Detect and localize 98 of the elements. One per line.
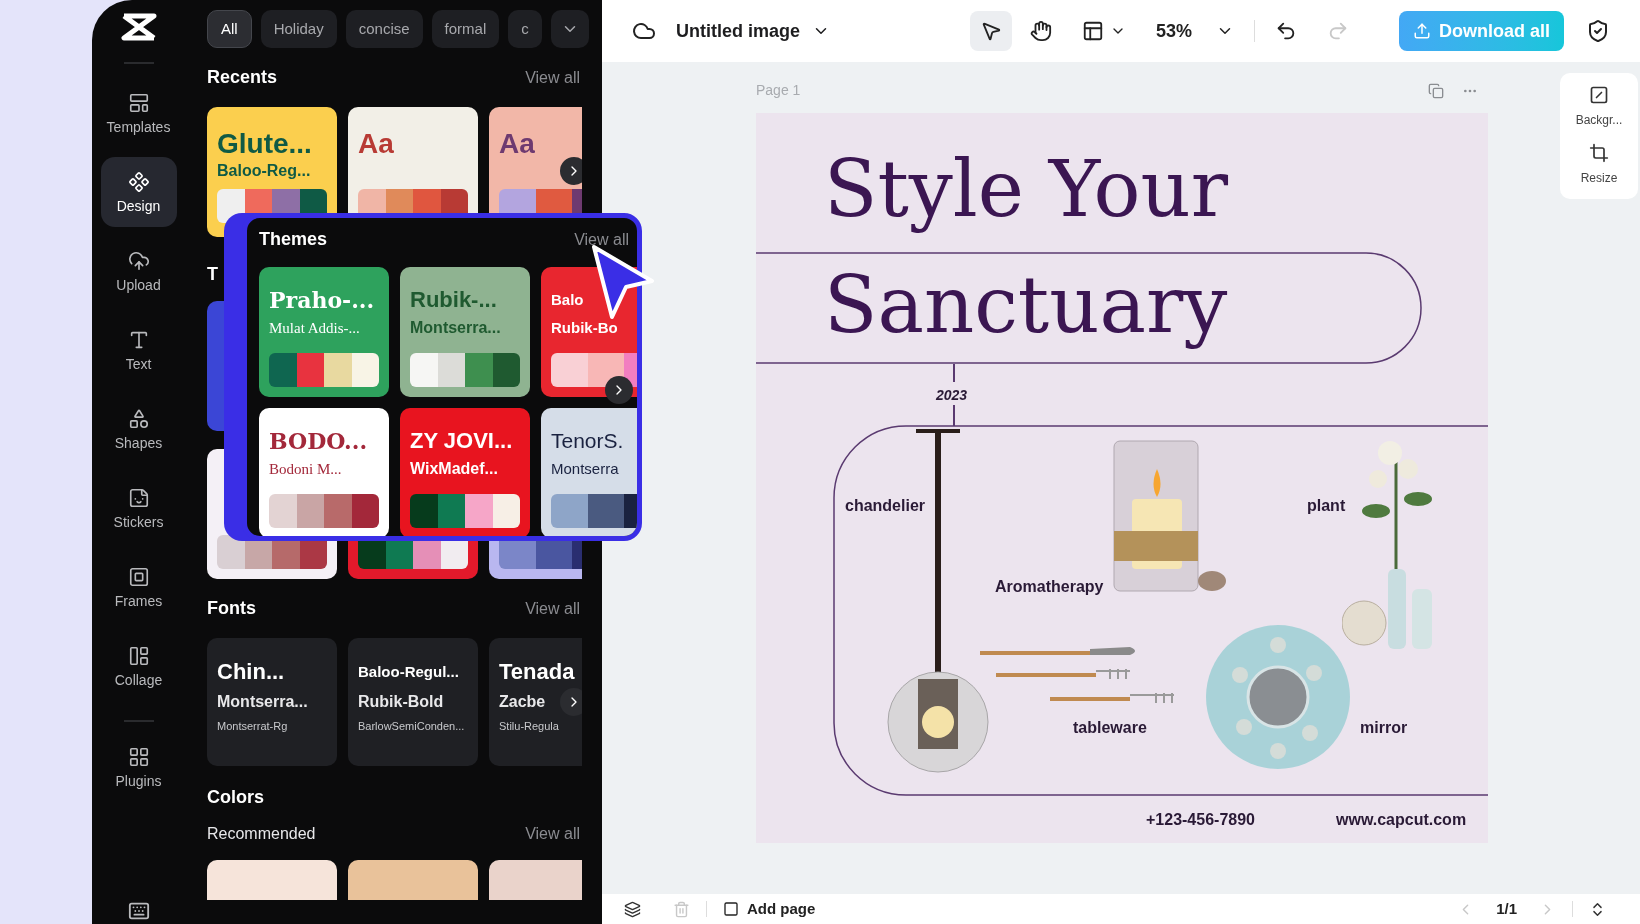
add-page-button[interactable]: Add page	[723, 897, 816, 921]
hand-icon	[1030, 20, 1052, 42]
keyboard-icon[interactable]	[127, 900, 150, 922]
theme-subheading: Mulat Addis-...	[269, 319, 360, 338]
font-body: Stilu-Regula	[499, 719, 559, 734]
color-swatch-card[interactable]	[489, 860, 582, 900]
sidebar-item-icon	[127, 408, 150, 430]
duplicate-page-icon[interactable]	[1428, 82, 1444, 99]
sidebar-item-icon	[127, 645, 150, 667]
theme-subheading: Montserra...	[410, 318, 501, 338]
theme-heading: ZY JOVI...	[410, 428, 513, 454]
item-label: plant	[1307, 496, 1346, 516]
sidebar-item[interactable]: Text	[100, 315, 177, 385]
sidebar-item[interactable]: Shapes	[100, 394, 177, 464]
style-heading: Glute...	[217, 129, 312, 159]
share-icon	[1413, 22, 1431, 40]
sidebar-item-icon	[127, 487, 150, 509]
shield-icon[interactable]	[1586, 19, 1610, 43]
page-count: 1/1	[1496, 898, 1517, 919]
theme-card[interactable]: TenorS. Montserra	[541, 408, 637, 536]
poster-title: Sanctuary	[824, 259, 1228, 351]
sidebar-item-icon	[127, 92, 150, 114]
filter-chip[interactable]: All	[207, 10, 252, 48]
filter-chip[interactable]: concise	[345, 10, 423, 48]
font-subheading: Zacbe	[499, 692, 546, 712]
font-heading: Baloo-Regul...	[358, 662, 459, 682]
layers-icon[interactable]	[624, 900, 641, 918]
sidebar-item[interactable]: Templates	[100, 78, 177, 148]
filter-chip[interactable]: c	[508, 10, 542, 48]
font-heading: Tenada	[499, 658, 575, 686]
document-title-dropdown[interactable]: Untitled image	[676, 17, 830, 45]
style-heading: Aa	[499, 129, 535, 159]
pointer-tool-button[interactable]	[970, 11, 1012, 51]
font-card[interactable]: Chin... Montserra... Montserrat-Rg	[207, 638, 337, 766]
theme-subheading: WixMadef...	[410, 459, 498, 479]
section-subtitle: Recommended	[207, 824, 316, 844]
color-swatch-card[interactable]	[207, 860, 337, 900]
layout-icon	[1082, 20, 1104, 42]
background-icon	[1589, 85, 1609, 105]
sidebar-item-icon	[127, 566, 150, 588]
view-all-link[interactable]: View all	[525, 596, 580, 621]
theme-card[interactable]: ZY JOVI... WixMadef...	[400, 408, 530, 536]
side-tool-button[interactable]: Backgr...	[1575, 85, 1623, 129]
page-label: Page 1	[756, 81, 801, 100]
style-heading: Aa	[358, 129, 394, 159]
theme-heading: Balo	[551, 290, 584, 310]
sidebar-item[interactable]: Plugins	[100, 732, 177, 802]
sidebar-item[interactable]: Design	[100, 157, 177, 227]
font-card[interactable]: Tenada Zacbe Stilu-Regula	[489, 638, 582, 766]
theme-heading: Rubik-...	[410, 287, 497, 313]
sidebar-item[interactable]: Upload	[100, 236, 177, 306]
font-subheading: Rubik-Bold	[358, 692, 444, 712]
undo-icon[interactable]	[1275, 20, 1297, 42]
item-label: mirror	[1360, 718, 1408, 738]
section-title: Recents	[207, 66, 278, 89]
font-body: BarlowSemiConden...	[358, 719, 465, 734]
section-title: Colors	[207, 786, 264, 809]
pointer-icon	[980, 20, 1002, 42]
side-tool-button[interactable]: Resize	[1580, 143, 1618, 187]
sidebar-item[interactable]: Stickers	[100, 473, 177, 543]
font-body: Montserrat-Rg	[217, 719, 288, 734]
style-subheading: Baloo-Reg...	[217, 161, 311, 181]
item-label: tableware	[1073, 718, 1147, 738]
view-all-link[interactable]: View all	[525, 822, 580, 846]
sidebar-item[interactable]: Frames	[100, 552, 177, 622]
theme-card[interactable]: Rubik-... Montserra...	[400, 267, 530, 397]
filter-chip[interactable]: Holiday	[260, 10, 337, 48]
sidebar-item-icon	[127, 746, 150, 768]
sidebar-item-icon	[127, 171, 150, 193]
font-heading: Chin...	[217, 658, 285, 686]
logo-icon	[120, 12, 157, 42]
color-swatch-card[interactable]	[348, 860, 478, 900]
theme-heading: TenorS.	[551, 428, 624, 454]
sidebar-item[interactable]: Collage	[100, 631, 177, 701]
theme-subheading: Montserra	[551, 459, 619, 479]
filter-chip[interactable]: formal	[431, 10, 500, 48]
crop-icon	[1589, 143, 1609, 163]
next-button[interactable]	[605, 376, 633, 404]
font-card[interactable]: Baloo-Regul... Rubik-Bold BarlowSemiConden...	[348, 638, 478, 766]
poster-title: Style Your	[824, 143, 1228, 235]
zoom-dropdown[interactable]: 53%	[1156, 17, 1234, 45]
item-label: Aromatherapy	[995, 577, 1104, 597]
section-title: Fonts	[207, 597, 256, 620]
year-label: 2023	[936, 386, 968, 405]
font-subheading: Montserra...	[217, 692, 308, 712]
phone-number: +123-456-7890	[1146, 810, 1255, 830]
item-label: chandelier	[845, 496, 926, 516]
section-title: T	[207, 263, 218, 286]
sidebar-item-icon	[127, 250, 150, 272]
theme-card[interactable]: BODO... Bodoni M...	[259, 408, 389, 536]
theme-heading: Praho-...	[269, 287, 375, 313]
theme-subheading: Rubik-Bo	[551, 318, 618, 338]
view-all-link[interactable]: View all	[525, 65, 580, 90]
square-icon	[723, 901, 739, 917]
theme-subheading: Bodoni M...	[269, 460, 342, 479]
theme-heading: BODO...	[269, 428, 368, 454]
website-address: www.capcut.com	[1336, 810, 1467, 830]
view-all-link[interactable]: View all	[574, 227, 629, 252]
